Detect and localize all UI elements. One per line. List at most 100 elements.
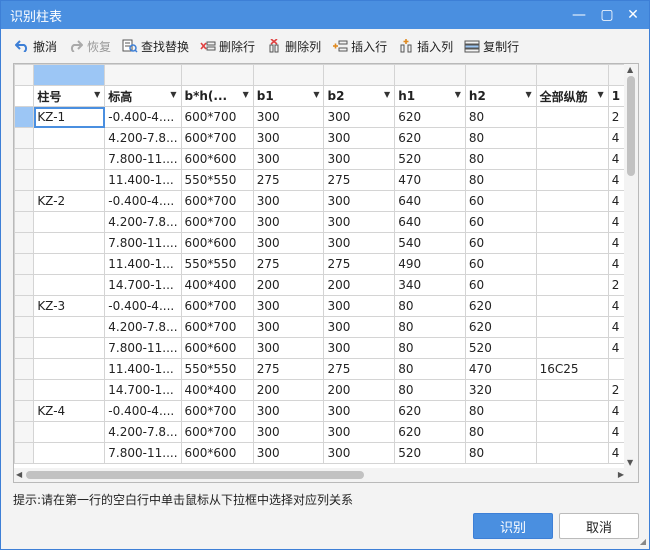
table-cell[interactable] xyxy=(535,253,609,275)
table-cell[interactable]: 200 xyxy=(252,379,325,401)
table-cell[interactable]: 14.700-1... xyxy=(104,274,182,296)
table-cell[interactable]: 600*700 xyxy=(180,295,254,317)
table-cell[interactable]: 11.400-1... xyxy=(104,358,182,380)
table-cell[interactable]: KZ-4 xyxy=(33,400,106,422)
table-cell[interactable]: 400*400 xyxy=(180,379,254,401)
table-cell[interactable]: 300 xyxy=(252,337,325,359)
row-header-cell[interactable] xyxy=(14,211,35,233)
dropdown-arrow-icon[interactable]: ▼ xyxy=(598,90,604,99)
table-cell[interactable]: 520 xyxy=(464,337,537,359)
mapping-cell[interactable] xyxy=(535,64,609,86)
table-cell[interactable]: 540 xyxy=(394,232,466,254)
table-cell[interactable]: 300 xyxy=(323,232,396,254)
table-cell[interactable]: 80 xyxy=(464,106,537,128)
table-cell[interactable]: 4.200-7.8... xyxy=(104,211,182,233)
table-cell[interactable]: 550*550 xyxy=(180,358,254,380)
horizontal-scrollbar[interactable]: ◀ ▶ xyxy=(14,468,626,482)
row-header-cell[interactable] xyxy=(14,379,35,401)
table-cell[interactable]: 16C25 xyxy=(535,358,609,380)
table-cell[interactable]: 60 xyxy=(464,274,537,296)
table-cell[interactable]: 4.200-7.8... xyxy=(104,316,182,338)
table-cell[interactable]: 80 xyxy=(394,295,466,317)
table-cell[interactable] xyxy=(33,127,106,149)
column-header[interactable]: h2 ▼ xyxy=(464,85,537,107)
table-cell[interactable] xyxy=(33,148,106,170)
table-cell[interactable]: 80 xyxy=(464,148,537,170)
table-cell[interactable]: 520 xyxy=(394,442,466,464)
table-cell[interactable]: 520 xyxy=(394,148,466,170)
table-cell[interactable] xyxy=(535,274,609,296)
table-cell[interactable] xyxy=(33,232,106,254)
table-cell[interactable]: 300 xyxy=(252,211,325,233)
table-cell[interactable]: -0.400-4.... xyxy=(104,106,182,128)
table-cell[interactable] xyxy=(535,421,609,443)
table-cell[interactable]: 600*600 xyxy=(180,232,254,254)
dropdown-arrow-icon[interactable]: ▼ xyxy=(313,90,319,99)
delete-col-button[interactable]: 删除列 xyxy=(265,35,321,57)
table-cell[interactable]: 470 xyxy=(394,169,466,191)
table-cell[interactable] xyxy=(33,316,106,338)
row-header-cell[interactable] xyxy=(14,421,35,443)
table-cell[interactable]: -0.400-4.... xyxy=(104,400,182,422)
table-cell[interactable]: 80 xyxy=(394,358,466,380)
table-cell[interactable] xyxy=(535,127,609,149)
row-header-cell[interactable] xyxy=(14,253,35,275)
dropdown-arrow-icon[interactable]: ▼ xyxy=(455,90,461,99)
table-cell[interactable]: 300 xyxy=(323,400,396,422)
table-cell[interactable] xyxy=(33,421,106,443)
table-cell[interactable]: 300 xyxy=(323,295,396,317)
table-cell[interactable]: 80 xyxy=(464,127,537,149)
redo-button[interactable]: 恢复 xyxy=(67,35,111,57)
scroll-down-icon[interactable]: ▼ xyxy=(627,458,633,467)
table-cell[interactable]: 7.800-11.... xyxy=(104,232,182,254)
undo-button[interactable]: 撤消 xyxy=(13,35,57,57)
row-header-cell[interactable] xyxy=(14,400,35,422)
table-cell[interactable]: 300 xyxy=(252,316,325,338)
find-replace-button[interactable]: 查找替换 xyxy=(121,35,189,57)
table-cell[interactable]: 620 xyxy=(394,106,466,128)
table-cell[interactable]: 300 xyxy=(252,232,325,254)
table-cell[interactable]: -0.400-4.... xyxy=(104,190,182,212)
table-cell[interactable]: 275 xyxy=(252,169,325,191)
table-cell[interactable] xyxy=(535,169,609,191)
table-cell[interactable] xyxy=(535,316,609,338)
table-cell[interactable]: 4.200-7.8... xyxy=(104,421,182,443)
table-cell[interactable]: 60 xyxy=(464,232,537,254)
mapping-cell[interactable] xyxy=(394,64,466,86)
column-header[interactable]: 柱号 ▼ xyxy=(33,85,106,107)
table-cell[interactable]: 11.400-1... xyxy=(104,253,182,275)
cancel-button[interactable]: 取消 xyxy=(559,513,639,539)
table-cell[interactable] xyxy=(33,337,106,359)
scroll-up-icon[interactable]: ▲ xyxy=(627,65,633,74)
table-cell[interactable] xyxy=(33,379,106,401)
column-header[interactable]: b1 ▼ xyxy=(252,85,325,107)
table-cell[interactable] xyxy=(33,274,106,296)
insert-col-button[interactable]: 插入列 xyxy=(397,35,453,57)
table-cell[interactable]: 80 xyxy=(394,337,466,359)
table-cell[interactable]: 490 xyxy=(394,253,466,275)
table-cell[interactable]: 620 xyxy=(394,400,466,422)
mapping-cell[interactable] xyxy=(33,64,106,86)
table-cell[interactable]: 200 xyxy=(323,379,396,401)
table-cell[interactable]: 275 xyxy=(323,169,396,191)
table-cell[interactable]: KZ-3 xyxy=(33,295,106,317)
mapping-cell[interactable] xyxy=(252,64,325,86)
table-cell[interactable]: 300 xyxy=(323,148,396,170)
table-cell[interactable] xyxy=(535,442,609,464)
table-cell[interactable]: 275 xyxy=(252,358,325,380)
row-header-cell[interactable] xyxy=(14,358,35,380)
table-cell[interactable]: 275 xyxy=(323,358,396,380)
table-cell[interactable]: 300 xyxy=(252,190,325,212)
table-cell[interactable]: 600*600 xyxy=(180,148,254,170)
table-cell[interactable]: 300 xyxy=(323,421,396,443)
table-cell[interactable]: 300 xyxy=(323,337,396,359)
table-cell[interactable]: KZ-2 xyxy=(33,190,106,212)
close-icon[interactable]: ✕ xyxy=(619,1,647,29)
table-cell[interactable]: 600*700 xyxy=(180,127,254,149)
table-cell[interactable]: 80 xyxy=(464,400,537,422)
horizontal-scroll-thumb[interactable] xyxy=(26,471,364,479)
table-cell[interactable] xyxy=(535,190,609,212)
row-header-cell[interactable] xyxy=(14,190,35,212)
mapping-cell[interactable] xyxy=(104,64,182,86)
table-cell[interactable]: 275 xyxy=(323,253,396,275)
